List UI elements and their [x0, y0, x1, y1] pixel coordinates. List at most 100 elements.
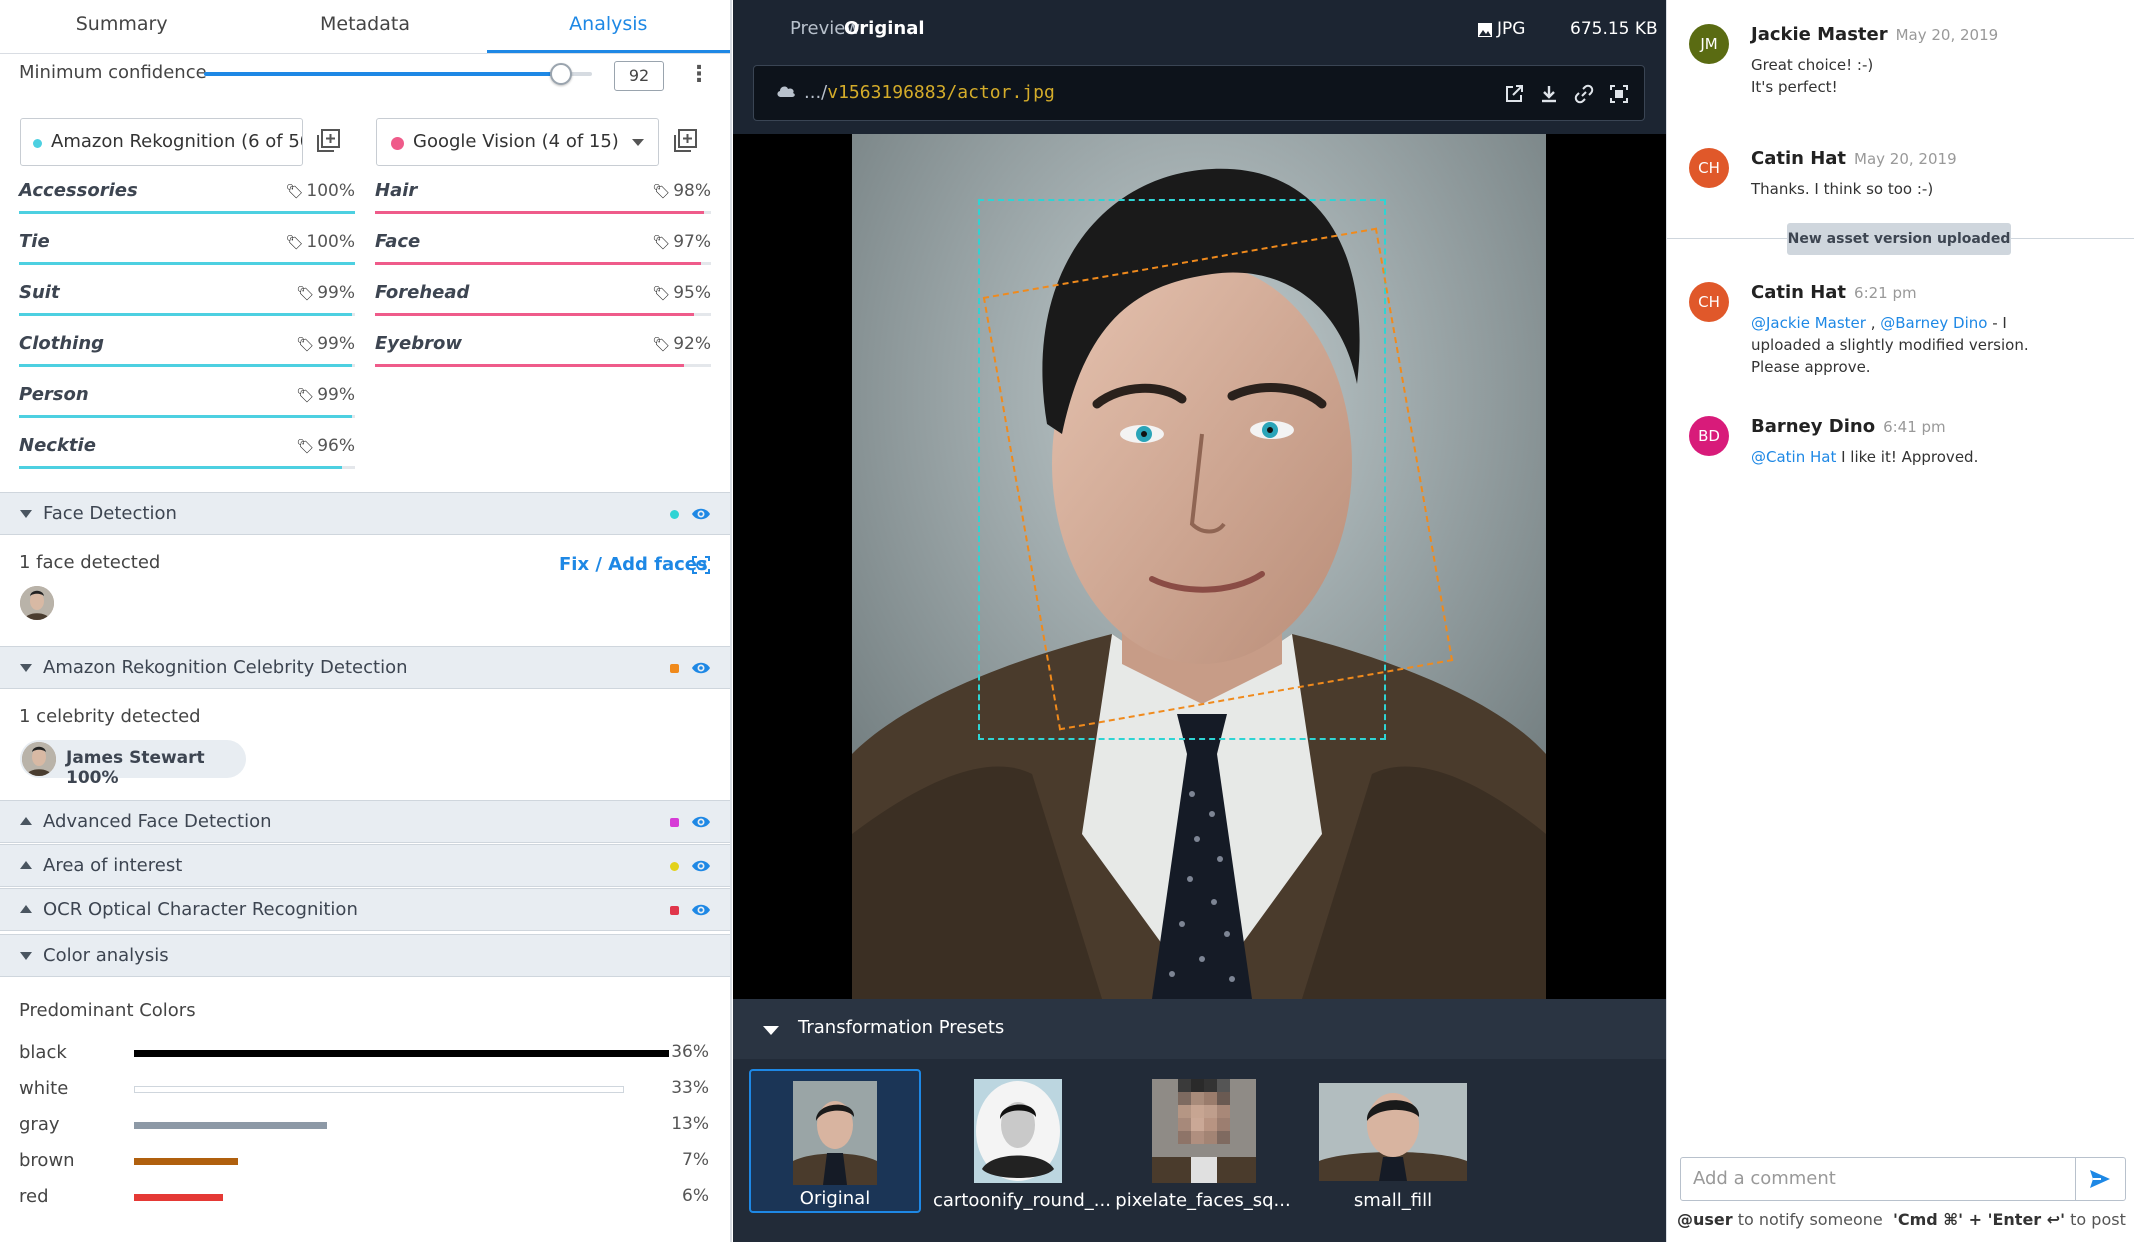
- color-name: red: [19, 1186, 49, 1207]
- tag-confidence: 🏷︎ 99%: [296, 334, 355, 354]
- color-percent: 6%: [682, 1186, 709, 1206]
- color-bar: [134, 1158, 238, 1165]
- eye-icon[interactable]: [691, 902, 711, 918]
- transformation-presets: Transformation Presets Original cartooni…: [733, 999, 1666, 1242]
- collapse-icon: [763, 1026, 779, 1035]
- comment-text: @Jackie Master , @Barney Dino - I upload…: [1751, 314, 2029, 376]
- send-icon[interactable]: [2089, 1169, 2111, 1189]
- comment-input-box[interactable]: Add a comment: [1680, 1157, 2126, 1201]
- advanced-face-color-dot: [670, 818, 679, 827]
- color-bar: [134, 1194, 223, 1201]
- face-scan-icon[interactable]: [691, 555, 711, 575]
- comment-text: Thanks. I think so too :-): [1751, 180, 1934, 198]
- color-percent: 33%: [671, 1078, 709, 1098]
- preset-thumbnail: [1319, 1083, 1467, 1181]
- tag-name: Tie: [19, 231, 50, 252]
- tag-confidence: 🏷︎ 95%: [652, 283, 711, 303]
- comment-author: Catin Hat 6:21 pm: [1751, 282, 1917, 303]
- ocr-header[interactable]: OCR Optical Character Recognition: [0, 888, 730, 931]
- tag-row: Eyebrow 🏷︎ 92%: [375, 329, 711, 367]
- system-message-badge: New asset version uploaded: [1787, 223, 2011, 255]
- eye-icon[interactable]: [691, 506, 711, 522]
- preset-small-fill[interactable]: small_fill: [1303, 1069, 1483, 1213]
- avatar: JM: [1689, 24, 1729, 64]
- avatar: BD: [1689, 416, 1729, 456]
- preset-pixelate-faces[interactable]: pixelate_faces_sq...: [1113, 1069, 1293, 1213]
- advanced-face-detection-header[interactable]: Advanced Face Detection: [0, 800, 730, 843]
- tag-confidence: 🏷︎ 97%: [652, 232, 711, 252]
- chevron-down-icon: [632, 139, 644, 146]
- tag-confidence-bar: [375, 364, 711, 367]
- file-size: 675.15 KB: [1570, 19, 1658, 39]
- asset-url[interactable]: .../v1563196883/actor.jpg: [804, 82, 1055, 103]
- google-provider-select[interactable]: Google Vision (4 of 15): [376, 118, 659, 166]
- tag-name: Suit: [19, 282, 60, 303]
- section-title: Area of interest: [43, 855, 183, 876]
- color-percent: 13%: [671, 1114, 709, 1134]
- tag-name: Face: [375, 231, 421, 252]
- detected-face-thumbnail[interactable]: [20, 586, 54, 620]
- add-collection-icon[interactable]: [315, 128, 341, 154]
- open-external-icon[interactable]: [1504, 84, 1524, 104]
- tag-icon: 🏷︎: [296, 337, 315, 353]
- preview-value: Original: [844, 18, 925, 39]
- comment-input[interactable]: Add a comment: [1693, 1168, 1836, 1189]
- comment-author: Catin Hat May 20, 2019: [1751, 148, 1957, 169]
- mention-link[interactable]: @Catin Hat: [1751, 448, 1836, 466]
- celebrity-count: 1 celebrity detected: [19, 706, 201, 727]
- color-name: gray: [19, 1114, 60, 1135]
- tab-analysis[interactable]: Analysis: [486, 0, 730, 53]
- expand-icon: [20, 861, 32, 869]
- add-collection-icon[interactable]: [672, 128, 698, 154]
- mention-link[interactable]: @Jackie Master: [1751, 314, 1866, 332]
- area-of-interest-header[interactable]: Area of interest: [0, 844, 730, 887]
- tag-confidence-fill: [375, 211, 705, 214]
- download-icon[interactable]: [1539, 84, 1559, 104]
- confidence-slider[interactable]: [204, 63, 592, 85]
- cloud-icon: [777, 86, 795, 97]
- face-frame-icon[interactable]: [1609, 84, 1629, 104]
- celebrity-chip[interactable]: James Stewart 100%: [20, 740, 246, 788]
- tag-row: Face 🏷︎ 97%: [375, 227, 711, 265]
- fix-add-faces-link[interactable]: Fix / Add faces: [559, 554, 708, 575]
- comments-panel: JM Jackie Master May 20, 2019 Great choic…: [1666, 0, 2134, 1242]
- eye-icon[interactable]: [691, 660, 711, 676]
- mention-link[interactable]: @Barney Dino: [1880, 314, 1987, 332]
- more-options-icon[interactable]: ⋮: [688, 62, 710, 90]
- preset-thumbnail: [1152, 1079, 1256, 1183]
- divider: [2075, 1158, 2076, 1200]
- tag-confidence-fill: [375, 364, 685, 367]
- face-detection-header[interactable]: Face Detection: [0, 492, 730, 535]
- area-color-dot: [670, 862, 679, 871]
- eye-icon[interactable]: [691, 814, 711, 830]
- preset-label: pixelate_faces_sq...: [1115, 1190, 1291, 1211]
- amazon-provider-label: Amazon Rekognition (6 of 50): [51, 131, 303, 152]
- presets-title: Transformation Presets: [798, 1017, 1005, 1038]
- celebrity-detection-header[interactable]: Amazon Rekognition Celebrity Detection: [0, 646, 730, 689]
- celebrity-color-dot: [670, 664, 679, 673]
- image-icon: [1478, 23, 1492, 37]
- tag-icon: 🏷︎: [652, 286, 671, 302]
- tab-metadata[interactable]: Metadata: [243, 0, 486, 53]
- eye-icon[interactable]: [691, 858, 711, 874]
- tag-row: Forehead 🏷︎ 95%: [375, 278, 711, 316]
- presets-header[interactable]: Transformation Presets: [733, 999, 1666, 1059]
- confidence-slider-handle[interactable]: [549, 63, 572, 85]
- color-analysis-header[interactable]: Color analysis: [0, 934, 730, 977]
- tag-confidence-fill: [19, 262, 355, 265]
- tag-confidence-bar: [19, 415, 355, 418]
- face-box-celebrity[interactable]: [982, 227, 1454, 731]
- tag-name: Person: [19, 384, 89, 405]
- comment-date: May 20, 2019: [1895, 26, 1999, 44]
- tag-confidence-bar: [375, 262, 711, 265]
- preset-original[interactable]: Original: [749, 1069, 921, 1213]
- section-title: Advanced Face Detection: [43, 811, 272, 832]
- preset-cartoonify[interactable]: cartoonify_round_...: [933, 1069, 1111, 1213]
- tab-summary[interactable]: Summary: [0, 0, 243, 53]
- tag-confidence: 🏷︎ 99%: [296, 385, 355, 405]
- confidence-value-input[interactable]: 92: [614, 61, 664, 91]
- color-percent: 7%: [682, 1150, 709, 1170]
- link-icon[interactable]: [1574, 84, 1594, 104]
- asset-url-bar: .../v1563196883/actor.jpg: [753, 65, 1645, 121]
- amazon-provider-select[interactable]: Amazon Rekognition (6 of 50): [20, 118, 303, 166]
